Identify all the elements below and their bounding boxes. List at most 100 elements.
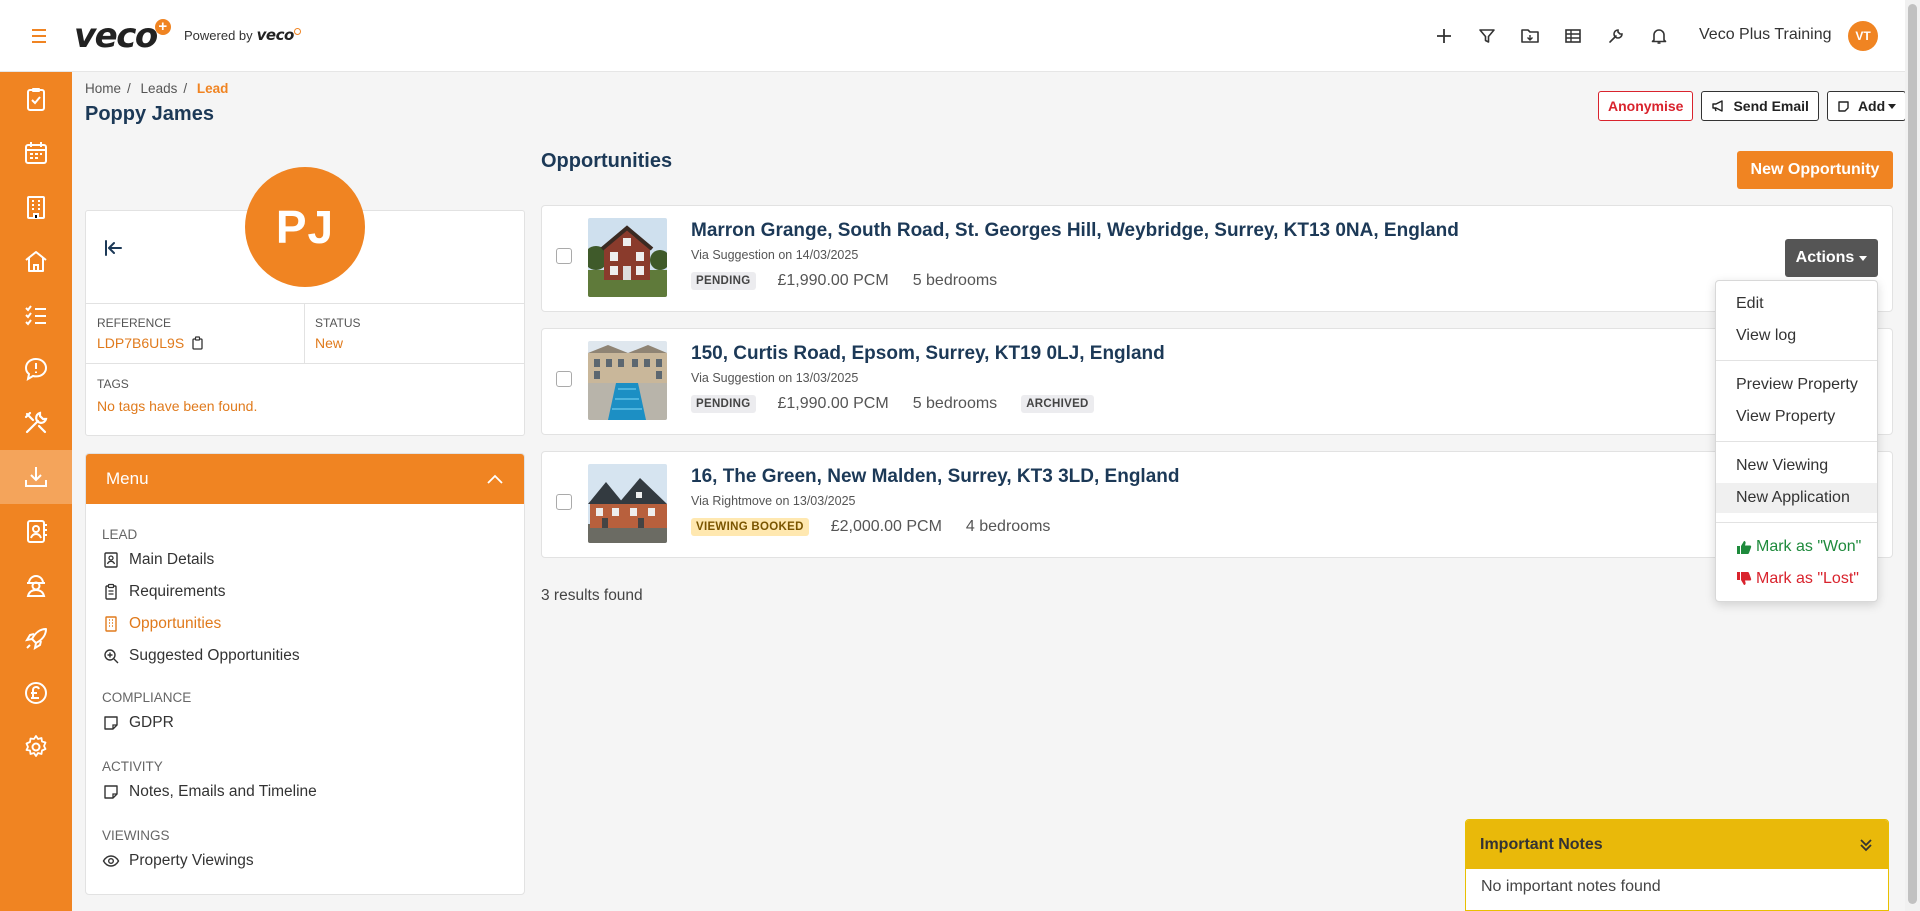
page-title: Poppy James xyxy=(85,103,214,125)
pound-icon[interactable] xyxy=(0,666,72,720)
opportunity-card[interactable]: 16, The Green, New Malden, Surrey, KT3 3… xyxy=(541,451,1893,558)
opportunity-meta: PENDING £1,990.00 PCM 5 bedrooms xyxy=(691,272,997,290)
menu-item-new-viewing[interactable]: New Viewing xyxy=(1716,451,1877,481)
chat-alert-icon[interactable] xyxy=(0,342,72,396)
menu-section-lead: LEAD xyxy=(102,527,138,542)
veco-logo[interactable]: veco + xyxy=(74,16,171,56)
contact-book-icon[interactable] xyxy=(0,504,72,558)
new-opportunity-button[interactable]: New Opportunity xyxy=(1737,151,1893,189)
menu-item-view-property[interactable]: View Property xyxy=(1716,402,1877,432)
wrench-icon[interactable] xyxy=(1604,24,1628,48)
sidebar xyxy=(0,72,72,911)
page-scrollbar[interactable] xyxy=(1905,0,1920,911)
folder-download-icon[interactable] xyxy=(1518,24,1542,48)
menu-item-edit[interactable]: Edit xyxy=(1716,289,1877,319)
select-checkbox[interactable] xyxy=(556,494,572,510)
select-checkbox[interactable] xyxy=(556,371,572,387)
building-icon xyxy=(105,616,117,632)
chevron-double-down-icon[interactable] xyxy=(1858,837,1874,853)
megaphone-icon xyxy=(1712,100,1724,112)
chevron-up-icon[interactable] xyxy=(486,473,504,485)
breadcrumb: Home / Leads / Lead xyxy=(85,81,229,96)
header-actions: Anonymise Send Email Add xyxy=(1598,91,1907,121)
note-icon xyxy=(104,716,118,730)
menu-item-opportunities[interactable]: Opportunities xyxy=(102,615,221,633)
opportunity-title[interactable]: 16, The Green, New Malden, Surrey, KT3 3… xyxy=(691,466,1180,488)
anonymise-button[interactable]: Anonymise xyxy=(1598,91,1694,121)
calendar-icon[interactable] xyxy=(0,126,72,180)
collapse-panel-icon[interactable] xyxy=(102,237,124,259)
menu-item-new-application[interactable]: New Application xyxy=(1716,483,1877,513)
property-thumbnail[interactable] xyxy=(588,218,667,297)
bell-icon[interactable] xyxy=(1647,24,1671,48)
lead-avatar: PJ xyxy=(245,167,365,287)
status-badge: PENDING xyxy=(691,395,756,413)
checklist-icon[interactable] xyxy=(0,288,72,342)
menu-item-gdpr[interactable]: GDPR xyxy=(102,714,174,732)
settings-icon[interactable] xyxy=(0,720,72,774)
archived-badge: ARCHIVED xyxy=(1021,395,1094,413)
user-avatar[interactable]: VT xyxy=(1848,21,1878,51)
breadcrumb-current: Lead xyxy=(196,81,229,96)
menu-item-preview-property[interactable]: Preview Property xyxy=(1716,370,1877,400)
price: £1,990.00 PCM xyxy=(777,395,889,412)
price: £1,990.00 PCM xyxy=(777,272,889,289)
tasks-icon[interactable] xyxy=(0,72,72,126)
results-count: 3 results found xyxy=(541,587,643,604)
thumbs-down-icon xyxy=(1737,572,1752,585)
copy-icon[interactable] xyxy=(191,336,204,350)
plus-icon[interactable] xyxy=(1432,24,1456,48)
opportunity-meta: VIEWING BOOKED £2,000.00 PCM 4 bedrooms xyxy=(691,518,1050,536)
send-email-button[interactable]: Send Email xyxy=(1701,91,1819,121)
worker-icon[interactable] xyxy=(0,558,72,612)
inbox-download-icon[interactable] xyxy=(0,450,72,504)
property-thumbnail[interactable] xyxy=(588,464,667,543)
select-checkbox[interactable] xyxy=(556,248,572,264)
reference-value: LDP7B6UL9S xyxy=(97,335,204,351)
menu-item-mark-won[interactable]: Mark as "Won" xyxy=(1716,532,1877,562)
caret-down-icon xyxy=(1859,255,1868,261)
clipboard-icon xyxy=(105,583,117,600)
opportunity-source: Via Rightmove on 13/03/2025 xyxy=(691,494,856,508)
property-thumbnail[interactable] xyxy=(588,341,667,420)
building-icon[interactable] xyxy=(0,180,72,234)
tools-icon[interactable] xyxy=(0,396,72,450)
top-bar: veco + Powered by veco Veco Plus Trainin… xyxy=(0,0,1905,72)
contact-card-icon xyxy=(104,552,118,568)
home-icon[interactable] xyxy=(0,234,72,288)
status-badge: PENDING xyxy=(691,272,756,290)
note-icon xyxy=(1838,100,1849,112)
user-name[interactable]: Veco Plus Training xyxy=(1699,26,1832,44)
menu-item-property-viewings[interactable]: Property Viewings xyxy=(102,852,254,870)
lead-menu: Menu LEAD Main Details Requirements Oppo… xyxy=(85,453,525,895)
menu-header[interactable]: Menu xyxy=(86,454,524,504)
add-button[interactable]: Add xyxy=(1826,91,1907,121)
important-notes-panel: Important Notes No important notes found xyxy=(1465,819,1889,911)
opportunity-source: Via Suggestion on 14/03/2025 xyxy=(691,248,859,262)
bedrooms: 5 bedrooms xyxy=(912,395,998,412)
breadcrumb-home[interactable]: Home xyxy=(85,81,121,96)
menu-item-notes-emails-timeline[interactable]: Notes, Emails and Timeline xyxy=(102,783,317,801)
menu-item-suggested-opportunities[interactable]: Suggested Opportunities xyxy=(102,647,300,665)
menu-item-view-log[interactable]: View log xyxy=(1716,321,1877,351)
caret-down-icon xyxy=(1888,103,1897,109)
opportunity-title[interactable]: Marron Grange, South Road, St. Georges H… xyxy=(691,220,1459,242)
hamburger-menu-icon[interactable] xyxy=(28,26,50,46)
menu-item-mark-lost[interactable]: Mark as "Lost" xyxy=(1716,564,1877,594)
powered-by-logo: veco xyxy=(256,26,295,44)
status-label: STATUS xyxy=(315,316,361,330)
menu-section-compliance: COMPLIANCE xyxy=(102,690,192,705)
opportunity-card[interactable]: 150, Curtis Road, Epsom, Surrey, KT19 0L… xyxy=(541,328,1893,435)
actions-button[interactable]: Actions xyxy=(1785,239,1878,277)
opportunity-title[interactable]: 150, Curtis Road, Epsom, Surrey, KT19 0L… xyxy=(691,343,1165,365)
menu-item-main-details[interactable]: Main Details xyxy=(102,551,214,569)
important-notes-header[interactable]: Important Notes xyxy=(1466,820,1888,869)
rocket-icon[interactable] xyxy=(0,612,72,666)
opportunity-card[interactable]: Marron Grange, South Road, St. Georges H… xyxy=(541,205,1893,312)
menu-item-requirements[interactable]: Requirements xyxy=(102,583,226,601)
table-icon[interactable] xyxy=(1561,24,1585,48)
reference-label: REFERENCE xyxy=(97,316,172,330)
filter-icon[interactable] xyxy=(1475,24,1499,48)
scrollbar-thumb[interactable] xyxy=(1908,4,1917,904)
breadcrumb-leads[interactable]: Leads xyxy=(141,81,178,96)
